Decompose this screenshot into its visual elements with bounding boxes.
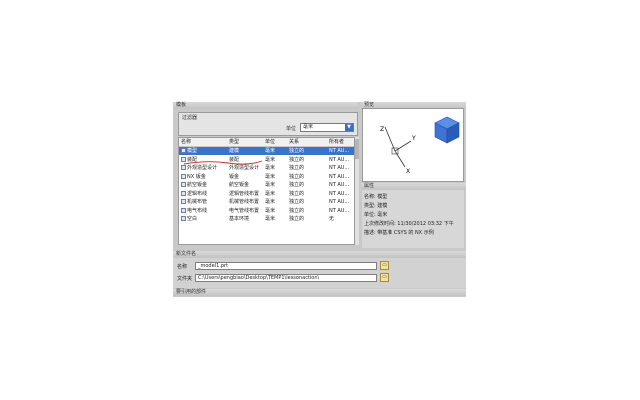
filter-title: 过滤器 <box>182 115 198 121</box>
folder-icon[interactable]: ▭ <box>380 261 389 270</box>
chevron-down-icon[interactable]: ▼ <box>345 124 353 131</box>
template-icon <box>181 207 186 213</box>
unit-label: 单位 <box>286 126 297 132</box>
red-annotation-mark <box>183 160 263 165</box>
row-type: 钣金 <box>229 173 240 180</box>
scrollbar-thumb[interactable] <box>355 139 359 159</box>
axis-y-label: Y <box>411 135 416 142</box>
row-owner: NT AU... <box>329 199 350 205</box>
row-unit: 毫米 <box>265 182 276 188</box>
row-type: 电气管线布置 <box>229 207 260 214</box>
property-description: 描述: 带基准 CSYS 的 NX 示例 <box>364 230 434 236</box>
template-icon <box>181 182 186 187</box>
property-modified: 上次修改时间: 11/30/2012 03:32 下午 <box>364 221 454 227</box>
row-unit: 毫米 <box>265 148 276 154</box>
filter-group: 过滤器 单位 毫米 ▼ <box>178 112 358 136</box>
reference-part-section-header[interactable]: 要引用的部件 <box>173 289 466 296</box>
properties-section-header[interactable]: 属性 <box>361 183 466 190</box>
row-relation: 独立的 <box>289 216 305 222</box>
table-row[interactable]: 电气布线 电气管线布置 毫米 独立的 NT AU... <box>179 207 354 215</box>
table-row[interactable]: 模型 建模 毫米 独立的 NT AU... <box>179 147 354 155</box>
template-icon <box>181 190 186 196</box>
row-owner: NT AU... <box>329 207 350 214</box>
file-name-label: 名称 <box>177 264 188 270</box>
unit-select[interactable]: 毫米 ▼ <box>300 123 354 132</box>
row-name: NX 钣金 <box>181 173 229 181</box>
row-relation: 独立的 <box>289 182 305 188</box>
template-icon <box>181 173 186 179</box>
row-relation: 独立的 <box>289 190 305 197</box>
row-owner: NT AU... <box>329 190 350 197</box>
template-icon <box>181 216 186 221</box>
folder-path-input[interactable]: C:\Users\pengbiao\Desktop\TEMP1\lessonac… <box>195 274 377 282</box>
row-owner: NT AU... <box>329 165 350 171</box>
unit-select-value: 毫米 <box>303 124 314 130</box>
table-header: 名称 类型 单位 关系 所有者 <box>179 138 354 147</box>
template-icon <box>181 148 186 153</box>
row-unit: 毫米 <box>265 165 276 171</box>
row-unit: 毫米 <box>265 216 276 222</box>
row-owner: 无 <box>329 216 335 222</box>
row-relation: 独立的 <box>289 165 305 171</box>
axis-z-label: Z <box>380 126 384 133</box>
row-owner: NT AU... <box>329 173 350 180</box>
row-relation: 独立的 <box>289 148 305 154</box>
property-unit: 单位: 毫米 <box>364 212 388 218</box>
folder-label: 文件夹 <box>177 276 193 282</box>
preview-panel: Z Y X <box>362 108 464 182</box>
row-relation: 独立的 <box>289 199 305 205</box>
table-row[interactable]: 空白 基本环境 毫米 独立的 无 <box>179 215 354 223</box>
table-row[interactable]: NX 钣金 钣金 毫米 独立的 NT AU... <box>179 173 354 181</box>
row-type: 机械管线布置 <box>229 199 260 205</box>
column-header-unit[interactable]: 单位 <box>265 138 289 146</box>
column-header-name[interactable]: 名称 <box>181 138 229 146</box>
row-relation: 独立的 <box>289 207 305 214</box>
table-row[interactable]: 机械布管 机械管线布置 毫米 独立的 NT AU... <box>179 198 354 206</box>
axis-x-label: X <box>406 168 410 175</box>
row-name: 逻辑布线 <box>181 190 229 198</box>
row-type: 建模 <box>229 148 240 154</box>
browse-folder-icon[interactable]: ▭ <box>380 273 389 282</box>
row-name: 电气布线 <box>181 207 229 215</box>
table-scrollbar[interactable] <box>355 137 359 245</box>
row-name: 机械布管 <box>181 198 229 206</box>
row-type: 逻辑管线布置 <box>229 190 260 197</box>
templates-section-header[interactable]: 模板 <box>173 102 358 109</box>
row-unit: 毫米 <box>265 199 276 205</box>
column-header-type[interactable]: 类型 <box>229 138 264 146</box>
row-type: 航空钣金 <box>229 182 250 188</box>
new-file-group: 名称 _model1.prt ▭ 文件夹 C:\Users\pengbiao\D… <box>173 258 466 288</box>
template-table: 名称 类型 单位 关系 所有者 模型 建模 毫米 独立的 NT AU... 装配 装配 毫米独… <box>178 137 355 245</box>
row-owner: NT AU... <box>329 182 350 188</box>
row-relation: 独立的 <box>289 173 305 180</box>
file-name-input[interactable]: _model1.prt <box>195 262 377 270</box>
row-type: 基本环境 <box>229 216 250 222</box>
row-unit: 毫米 <box>265 156 276 163</box>
row-unit: 毫米 <box>265 207 276 214</box>
row-relation: 独立的 <box>289 156 305 163</box>
property-type: 类型: 建模 <box>364 203 388 209</box>
new-file-section-header[interactable]: 新文件名 <box>173 251 466 258</box>
row-owner: NT AU... <box>329 156 350 163</box>
table-row[interactable]: 航空钣金 航空钣金 毫米 独立的 NT AU... <box>179 181 354 189</box>
table-row[interactable]: 逻辑布线 逻辑管线布置 毫米 独立的 NT AU... <box>179 190 354 198</box>
property-name: 名称: 模型 <box>364 194 388 200</box>
row-name: 航空钣金 <box>181 181 229 189</box>
row-name: 空白 <box>181 215 229 223</box>
csys-preview-graphic: Z Y X <box>380 116 460 175</box>
row-unit: 毫米 <box>265 173 276 180</box>
row-owner: NT AU... <box>329 148 350 154</box>
template-icon <box>181 199 186 204</box>
properties-panel: 名称: 模型 类型: 建模 单位: 毫米 上次修改时间: 11/30/2012 … <box>362 190 464 248</box>
column-header-owner[interactable]: 所有者 <box>329 138 354 146</box>
row-unit: 毫米 <box>265 190 276 197</box>
row-name: 模型 <box>181 147 229 155</box>
column-header-relation[interactable]: 关系 <box>289 138 329 146</box>
